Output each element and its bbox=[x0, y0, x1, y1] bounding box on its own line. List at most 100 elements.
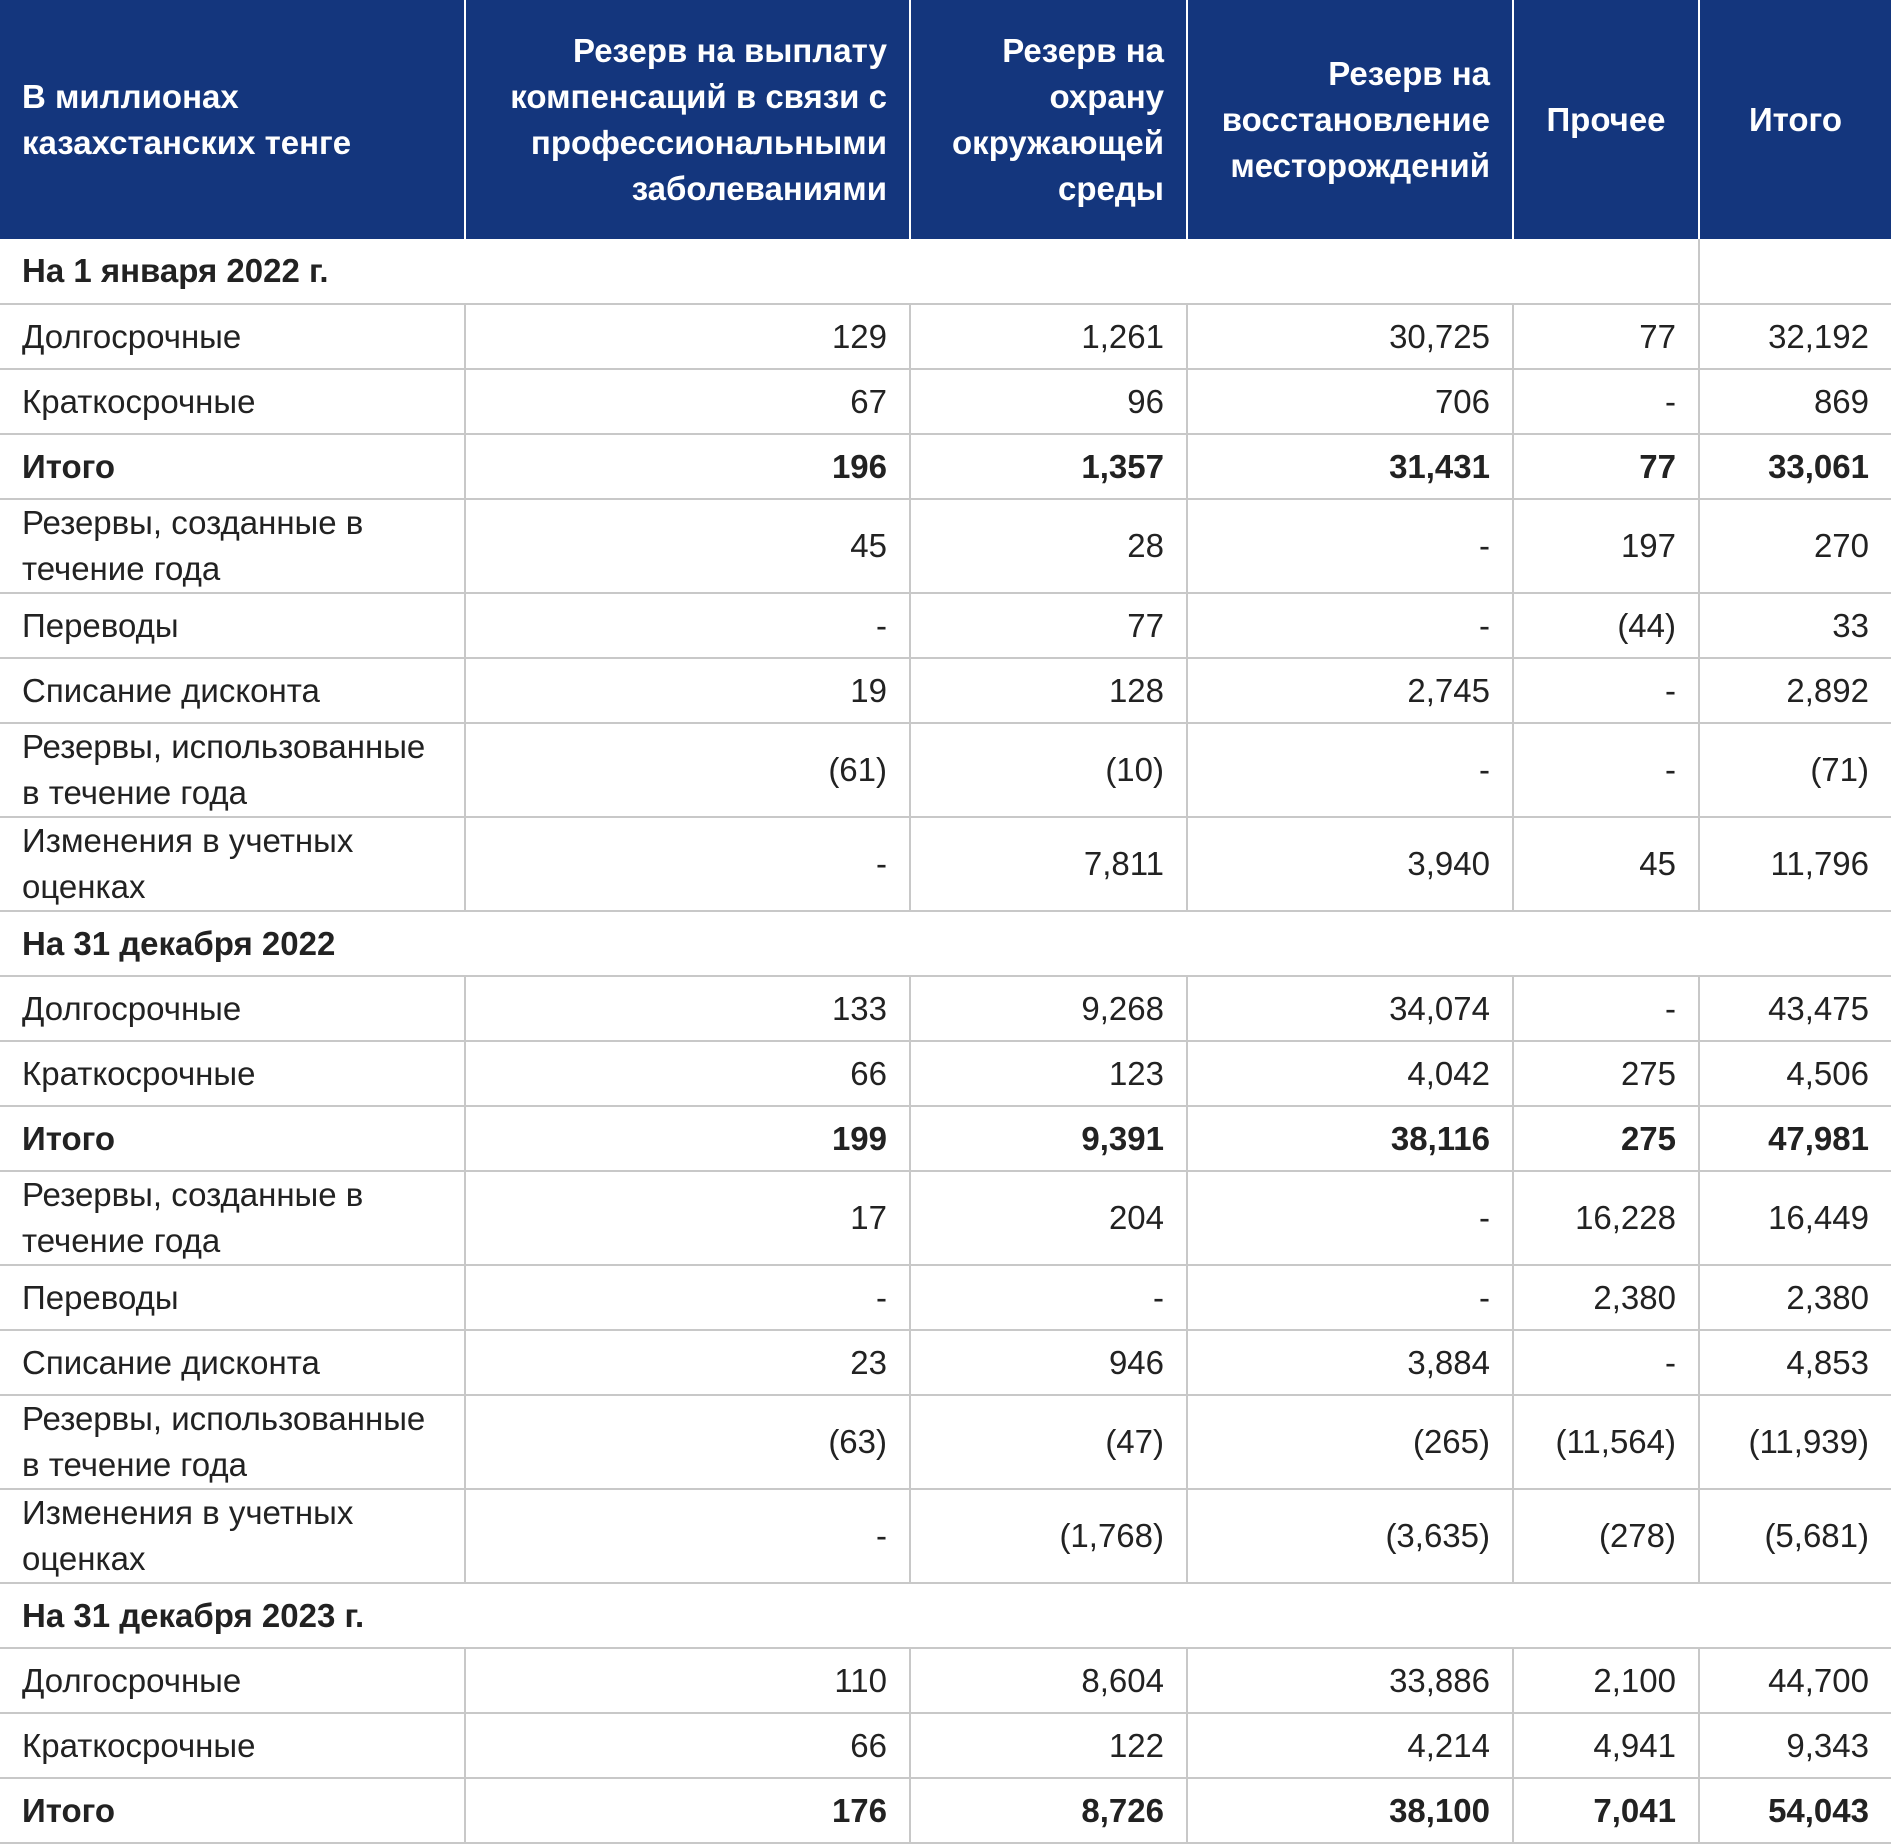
cell-occupational: 67 bbox=[465, 369, 911, 435]
cell-total: 33 bbox=[1699, 593, 1891, 659]
cell-total: 16,449 bbox=[1699, 1171, 1891, 1266]
cell-other: 77 bbox=[1513, 434, 1700, 500]
cell-restoration: 706 bbox=[1187, 369, 1514, 435]
row-label: Изменения в учетных оценках bbox=[0, 817, 466, 912]
cell-occupational: 17 bbox=[465, 1171, 911, 1266]
total-row: Итого 196 1,357 31,431 77 33,061 bbox=[0, 434, 1891, 500]
cell-occupational: 176 bbox=[465, 1778, 911, 1844]
row-label: Резервы, использованные в течение года bbox=[0, 1395, 466, 1490]
header-site-restoration: Резерв на восстановление месторождений bbox=[1187, 0, 1514, 239]
cell-restoration: - bbox=[1187, 593, 1514, 659]
cell-occupational: 45 bbox=[465, 499, 911, 594]
cell-restoration: 4,214 bbox=[1187, 1713, 1514, 1779]
cell-environmental: 1,261 bbox=[910, 304, 1188, 370]
cell-restoration: 33,886 bbox=[1187, 1648, 1514, 1714]
cell-occupational: 133 bbox=[465, 976, 911, 1042]
table-row: Переводы - 77 - (44) 33 bbox=[0, 593, 1891, 659]
cell-environmental: 204 bbox=[910, 1171, 1188, 1266]
cell-occupational: - bbox=[465, 1489, 911, 1584]
header-other: Прочее bbox=[1513, 0, 1700, 239]
cell-other: - bbox=[1513, 723, 1700, 818]
row-label: Итого bbox=[0, 1778, 466, 1844]
cell-occupational: 66 bbox=[465, 1041, 911, 1107]
cell-other: 2,380 bbox=[1513, 1265, 1700, 1331]
cell-restoration: 2,745 bbox=[1187, 658, 1514, 724]
row-label: Переводы bbox=[0, 1265, 466, 1331]
cell-environmental: 946 bbox=[910, 1330, 1188, 1396]
cell-total: 54,043 bbox=[1699, 1778, 1891, 1844]
section-header-row: На 31 декабря 2023 г. bbox=[0, 1583, 1891, 1649]
table-header: В миллионах казахстанских тенге Резерв н… bbox=[0, 0, 1891, 239]
table-row: Изменения в учетных оценках - 7,811 3,94… bbox=[0, 817, 1891, 912]
row-label: Краткосрочные bbox=[0, 1713, 466, 1779]
cell-occupational: - bbox=[465, 817, 911, 912]
section-title: На 31 декабря 2023 г. bbox=[0, 1583, 1891, 1649]
cell-other: - bbox=[1513, 1330, 1700, 1396]
row-label: Краткосрочные bbox=[0, 369, 466, 435]
cell-total: 869 bbox=[1699, 369, 1891, 435]
cell-environmental: - bbox=[910, 1265, 1188, 1331]
table-row: Краткосрочные 67 96 706 - 869 bbox=[0, 369, 1891, 435]
cell-occupational: 23 bbox=[465, 1330, 911, 1396]
table-row: Изменения в учетных оценках - (1,768) (3… bbox=[0, 1489, 1891, 1584]
cell-total: (71) bbox=[1699, 723, 1891, 818]
header-occupational-disease: Резерв на выплату компенсаций в связи с … bbox=[465, 0, 911, 239]
cell-restoration: 31,431 bbox=[1187, 434, 1514, 500]
cell-other: 4,941 bbox=[1513, 1713, 1700, 1779]
cell-environmental: (47) bbox=[910, 1395, 1188, 1490]
cell-restoration: (3,635) bbox=[1187, 1489, 1514, 1584]
table-row: Краткосрочные 66 123 4,042 275 4,506 bbox=[0, 1041, 1891, 1107]
cell-total: 9,343 bbox=[1699, 1713, 1891, 1779]
cell-total: 2,892 bbox=[1699, 658, 1891, 724]
cell-restoration: 34,074 bbox=[1187, 976, 1514, 1042]
cell-occupational: 199 bbox=[465, 1106, 911, 1172]
section-gap-cell bbox=[1698, 239, 1891, 305]
table-row: Переводы - - - 2,380 2,380 bbox=[0, 1265, 1891, 1331]
header-environmental: Резерв на охрану окружающей среды bbox=[910, 0, 1188, 239]
cell-occupational: (61) bbox=[465, 723, 911, 818]
cell-restoration: 4,042 bbox=[1187, 1041, 1514, 1107]
cell-total: (11,939) bbox=[1699, 1395, 1891, 1490]
cell-occupational: - bbox=[465, 1265, 911, 1331]
cell-restoration: - bbox=[1187, 1265, 1514, 1331]
row-label: Краткосрочные bbox=[0, 1041, 466, 1107]
header-units: В миллионах казахстанских тенге bbox=[0, 0, 466, 239]
provisions-table: В миллионах казахстанских тенге Резерв н… bbox=[0, 0, 1891, 1844]
cell-other: - bbox=[1513, 976, 1700, 1042]
cell-other: 197 bbox=[1513, 499, 1700, 594]
section-header-row: На 1 января 2022 г. bbox=[0, 239, 1891, 305]
row-label: Списание дисконта bbox=[0, 658, 466, 724]
cell-restoration: (265) bbox=[1187, 1395, 1514, 1490]
row-label: Списание дисконта bbox=[0, 1330, 466, 1396]
table-row: Долгосрочные 133 9,268 34,074 - 43,475 bbox=[0, 976, 1891, 1042]
cell-environmental: 8,604 bbox=[910, 1648, 1188, 1714]
cell-occupational: 110 bbox=[465, 1648, 911, 1714]
cell-occupational: 129 bbox=[465, 304, 911, 370]
row-label: Изменения в учетных оценках bbox=[0, 1489, 466, 1584]
cell-environmental: 123 bbox=[910, 1041, 1188, 1107]
row-label: Резервы, использованные в течение года bbox=[0, 723, 466, 818]
cell-other: 7,041 bbox=[1513, 1778, 1700, 1844]
cell-other: - bbox=[1513, 658, 1700, 724]
cell-total: 11,796 bbox=[1699, 817, 1891, 912]
header-total: Итого bbox=[1699, 0, 1891, 239]
cell-total: 270 bbox=[1699, 499, 1891, 594]
table-row: Списание дисконта 19 128 2,745 - 2,892 bbox=[0, 658, 1891, 724]
cell-restoration: - bbox=[1187, 499, 1514, 594]
cell-occupational: 196 bbox=[465, 434, 911, 500]
cell-restoration: 38,116 bbox=[1187, 1106, 1514, 1172]
cell-total: 2,380 bbox=[1699, 1265, 1891, 1331]
cell-environmental: 8,726 bbox=[910, 1778, 1188, 1844]
cell-environmental: 9,268 bbox=[910, 976, 1188, 1042]
cell-restoration: - bbox=[1187, 1171, 1514, 1266]
cell-other: 45 bbox=[1513, 817, 1700, 912]
cell-occupational: - bbox=[465, 593, 911, 659]
cell-environmental: (10) bbox=[910, 723, 1188, 818]
table-row: Краткосрочные 66 122 4,214 4,941 9,343 bbox=[0, 1713, 1891, 1779]
cell-restoration: 38,100 bbox=[1187, 1778, 1514, 1844]
cell-total: 47,981 bbox=[1699, 1106, 1891, 1172]
cell-environmental: 9,391 bbox=[910, 1106, 1188, 1172]
cell-other: 275 bbox=[1513, 1041, 1700, 1107]
cell-other: - bbox=[1513, 369, 1700, 435]
cell-restoration: 3,940 bbox=[1187, 817, 1514, 912]
